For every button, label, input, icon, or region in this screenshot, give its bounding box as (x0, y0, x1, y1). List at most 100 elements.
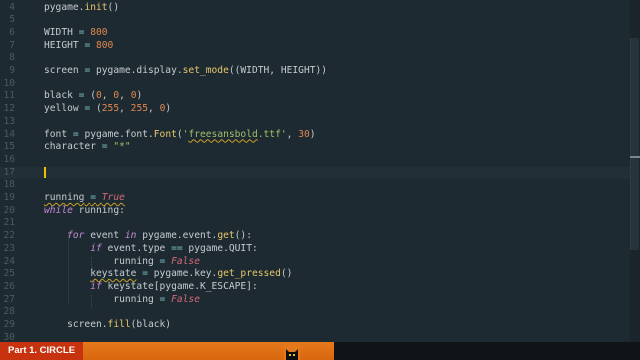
code-line[interactable]: 21 (0, 217, 630, 230)
code-line[interactable]: 28 (0, 306, 630, 319)
scroll-position-marker (630, 156, 640, 158)
code-token: () (107, 1, 120, 13)
code-token: pygame.font. (78, 128, 154, 140)
code-line[interactable]: 7 HEIGHT = 800 (0, 40, 630, 53)
code-text[interactable]: running = False (44, 256, 200, 269)
line-number: 10 (3, 77, 15, 89)
chapter-title: Part 1. CIRCLE (0, 342, 84, 360)
code-token: pygame.key. (148, 268, 218, 280)
code-line[interactable]: 30 (0, 332, 630, 342)
code-token: fill (107, 319, 131, 330)
code-line[interactable]: 25 keystate = pygame.key.get_pressed() (0, 268, 630, 281)
code-text[interactable]: font = pygame.font.Font('freesansbold.tt… (44, 129, 316, 142)
code-token: HEIGHT (44, 39, 85, 51)
scrollbar-thumb[interactable] (630, 38, 639, 250)
code-token: == (171, 242, 183, 254)
video-progress-bar[interactable]: Part 1. CIRCLE (0, 342, 640, 360)
code-token: get (217, 230, 235, 242)
line-number: 23 (3, 242, 15, 254)
code-token: 800 (90, 26, 108, 38)
code-text[interactable]: if event.type == pygame.QUIT: (44, 243, 258, 256)
code-token: pygame. (44, 1, 85, 13)
code-line[interactable]: 4 pygame.init() (0, 2, 630, 15)
code-token: ) (309, 128, 316, 140)
code-token: screen. (44, 319, 108, 330)
code-token: , (101, 90, 114, 102)
code-line[interactable]: 9 screen = pygame.display.set_mode((WIDTH… (0, 65, 630, 78)
code-text[interactable] (44, 166, 46, 180)
code-token: (): (234, 230, 252, 242)
code-token: font (44, 128, 73, 140)
code-line[interactable]: 22 for event in pygame.event.get(): (0, 230, 630, 243)
line-number: 7 (9, 39, 15, 51)
code-text[interactable]: WIDTH = 800 (44, 27, 108, 40)
line-number: 12 (3, 103, 15, 115)
code-text[interactable]: HEIGHT = 800 (44, 40, 113, 53)
code-line[interactable]: 17 (0, 166, 630, 180)
code-line[interactable]: 6 WIDTH = 800 (0, 27, 630, 40)
code-token: 30 (298, 128, 310, 140)
code-token: , (148, 103, 160, 115)
code-line[interactable]: 19 running = True (0, 192, 630, 205)
code-line[interactable]: 12 yellow = (255, 255, 0) (0, 103, 630, 116)
code-text[interactable]: screen.fill(black) (44, 319, 171, 332)
code-token: yellow (44, 103, 85, 115)
vertical-scrollbar[interactable] (630, 0, 640, 342)
line-number: 13 (3, 115, 15, 127)
code-token: keystate (90, 268, 137, 280)
code-line[interactable]: 16 (0, 154, 630, 167)
line-number: 21 (3, 217, 15, 229)
text-cursor (44, 166, 46, 178)
code-text[interactable]: pygame.init() (44, 2, 119, 15)
code-text[interactable]: black = (0, 0, 0) (44, 90, 142, 103)
code-line[interactable]: 11 black = (0, 0, 0) (0, 90, 630, 103)
code-line[interactable]: 29 screen.fill(black) (0, 319, 630, 332)
code-text[interactable]: keystate = pygame.key.get_pressed() (44, 268, 292, 281)
code-text[interactable]: running = False (44, 294, 200, 307)
code-token: pygame.display. (90, 65, 183, 76)
line-number: 4 (9, 1, 15, 13)
code-text[interactable]: screen = pygame.display.set_mode((WIDTH,… (44, 65, 327, 78)
code-editor[interactable]: 4 pygame.init() 5 6 WIDTH = 800 7 HEIGHT = 800… (0, 0, 630, 342)
line-number: 19 (3, 192, 15, 203)
code-text[interactable]: while running: (44, 205, 125, 218)
code-text[interactable]: character = "*" (44, 141, 131, 154)
code-text[interactable]: yellow = (255, 255, 0) (44, 103, 171, 116)
code-line[interactable]: 18 (0, 179, 630, 192)
code-line[interactable]: 10 (0, 78, 630, 91)
line-number: 5 (9, 14, 15, 26)
code-token: ( (90, 103, 102, 115)
code-line[interactable]: 13 (0, 116, 630, 129)
code-line[interactable]: 5 (0, 14, 630, 27)
line-number: 28 (3, 306, 15, 318)
code-token: pygame.event. (136, 230, 218, 242)
code-token: event.type (101, 242, 172, 254)
code-token: WIDTH (44, 26, 79, 38)
code-line[interactable]: 8 (0, 52, 630, 65)
code-text[interactable]: for event in pygame.event.get(): (44, 230, 252, 243)
code-token: event (84, 230, 125, 242)
code-line[interactable]: 15 character = "*" (0, 141, 630, 154)
code-token: running: (72, 204, 125, 216)
line-number: 6 (9, 26, 15, 38)
code-line[interactable]: 24 running = False (0, 256, 630, 269)
code-token: while (44, 204, 73, 216)
code-token: ((WIDTH, HEIGHT)) (228, 65, 328, 76)
code-line[interactable]: 27 running = False (0, 294, 630, 307)
code-text[interactable]: if keystate[pygame.K_ESCAPE]: (44, 281, 258, 294)
code-token: 800 (96, 39, 114, 51)
code-text[interactable]: running = True (44, 192, 125, 205)
code-line[interactable]: 23 if event.type == pygame.QUIT: (0, 243, 630, 256)
code-token: False (171, 255, 200, 267)
code-token: () (280, 268, 293, 280)
code-line[interactable]: 14 font = pygame.font.Font('freesansbold.… (0, 129, 630, 142)
code-token: , (119, 90, 131, 102)
code-line[interactable]: 20 while running: (0, 205, 630, 218)
code-line[interactable]: 26 if keystate[pygame.K_ESCAPE]: (0, 281, 630, 294)
code-token: keystate[pygame.K_ESCAPE]: (101, 280, 258, 292)
code-token: if (90, 242, 102, 254)
line-number: 29 (3, 319, 15, 330)
line-number: 20 (3, 204, 15, 216)
